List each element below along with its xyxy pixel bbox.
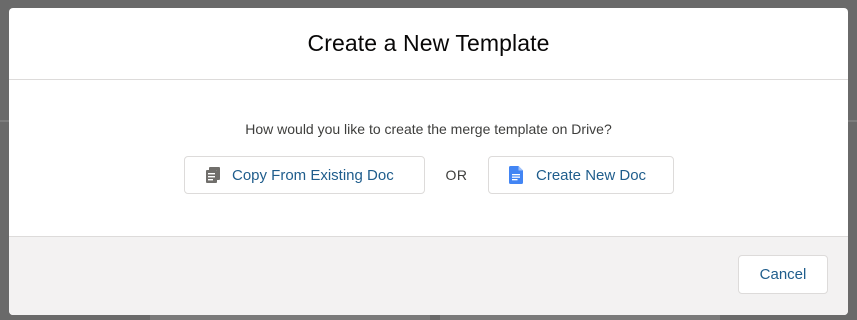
modal-header: Create a New Template [9, 8, 848, 80]
copy-docs-icon [205, 166, 221, 184]
modal-title: Create a New Template [307, 30, 550, 56]
create-new-doc-button[interactable]: Create New Doc [488, 156, 674, 194]
or-separator: OR [445, 167, 468, 183]
google-doc-icon [509, 166, 525, 184]
create-new-doc-label: Create New Doc [536, 166, 647, 184]
modal-question: How would you like to create the merge t… [245, 121, 612, 137]
modal-body: How would you like to create the merge t… [9, 80, 848, 236]
copy-from-existing-doc-button[interactable]: Copy From Existing Doc [184, 156, 425, 194]
cancel-button[interactable]: Cancel [738, 255, 828, 294]
modal-footer: Cancel [9, 236, 848, 315]
background-divider [848, 120, 857, 122]
new-template-modal: Create a New Template How would you like… [9, 8, 848, 315]
copy-from-existing-doc-label: Copy From Existing Doc [232, 166, 394, 184]
background-divider [0, 120, 9, 122]
create-options: Copy From Existing Doc OR Create New Doc [184, 156, 674, 194]
